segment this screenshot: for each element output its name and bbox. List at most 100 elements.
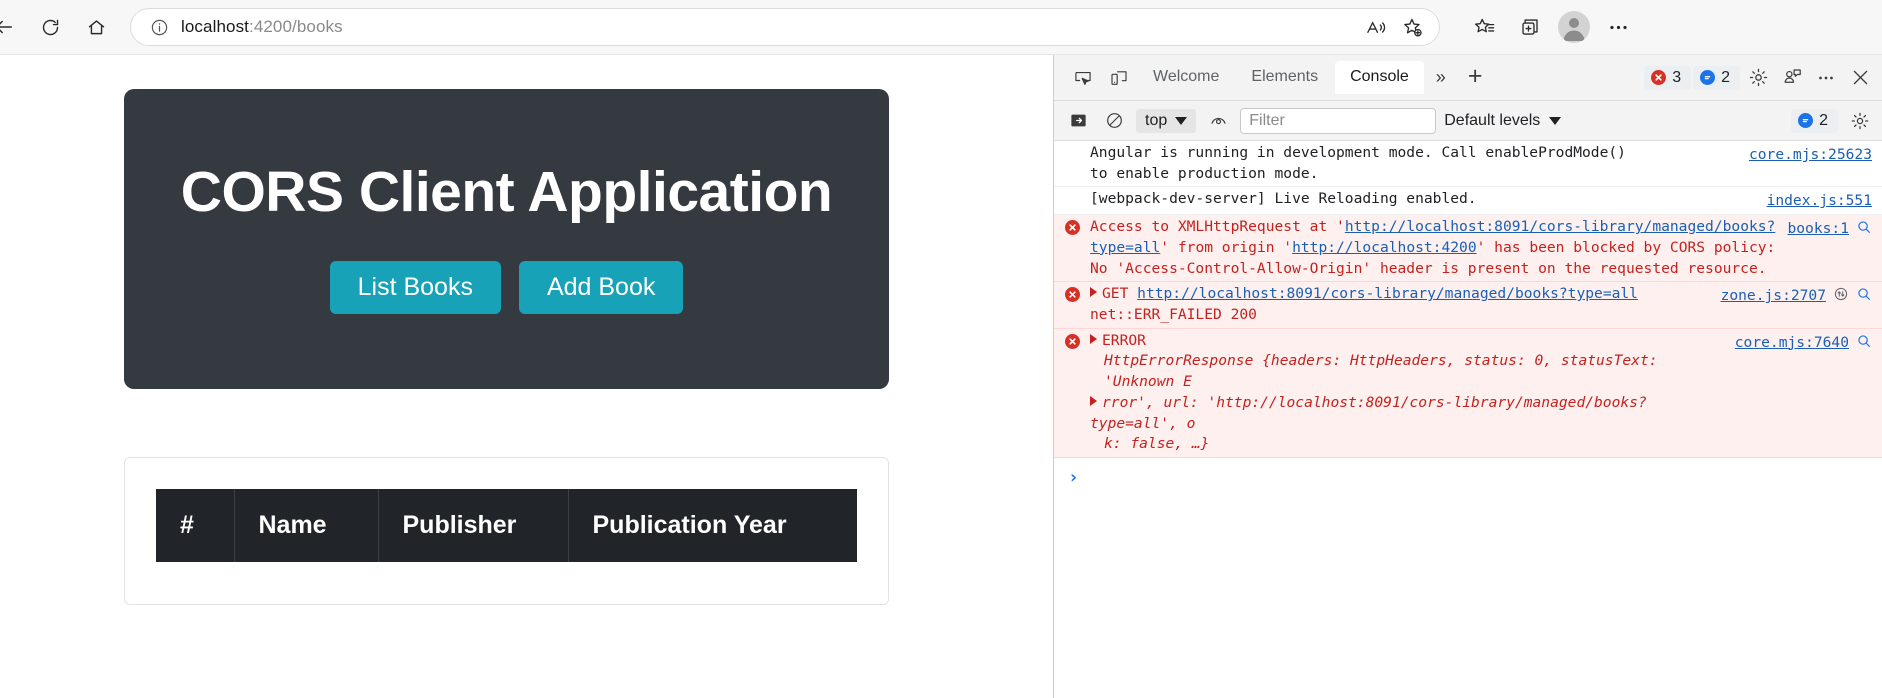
inspect-element-icon[interactable] <box>1066 62 1100 94</box>
message-body: Access to XMLHttpRequest at ' http://loca… <box>1090 217 1787 279</box>
page-title: CORS Client Application <box>180 160 833 225</box>
more-tabs-icon[interactable]: » <box>1426 67 1456 88</box>
console-settings-gear-icon[interactable] <box>1846 108 1874 134</box>
source-link[interactable]: core.mjs:7640 <box>1735 333 1849 354</box>
http-method: GET <box>1102 285 1129 303</box>
message-gutter <box>1054 217 1090 279</box>
search-icon[interactable] <box>1856 286 1872 302</box>
request-url-link[interactable]: http://localhost:8091/cors-library/manag… <box>1137 285 1638 302</box>
column-header-publisher: Publisher <box>378 489 569 562</box>
error-detail-line: HttpErrorResponse {headers: HttpHeaders,… <box>1104 352 1658 391</box>
tab-elements[interactable]: Elements <box>1236 61 1333 94</box>
column-header-number: # <box>156 489 235 562</box>
avatar[interactable] <box>1558 11 1590 43</box>
error-detail-line: k: false, …} <box>1104 435 1210 453</box>
tab-console[interactable]: Console <box>1335 61 1424 94</box>
column-header-publication-year: Publication Year <box>568 489 857 562</box>
cors-error-mid: ' from origin ' <box>1160 238 1293 256</box>
info-count: 2 <box>1721 68 1730 86</box>
source-link[interactable]: books:1 <box>1787 219 1849 240</box>
expand-triangle-icon[interactable] <box>1090 395 1097 406</box>
browser-window: localhost:4200/books CORS Client Applica… <box>0 0 1882 698</box>
clear-console-icon[interactable] <box>1100 108 1128 134</box>
site-info-icon[interactable] <box>147 15 171 39</box>
hero-actions: List Books Add Book <box>329 261 684 314</box>
column-header-name: Name <box>234 489 379 562</box>
console-message-error[interactable]: Access to XMLHttpRequest at ' http://loca… <box>1054 215 1882 283</box>
info-count-badge[interactable]: 2 <box>1693 65 1740 90</box>
message-gutter <box>1054 189 1090 212</box>
error-icon <box>1064 333 1080 349</box>
gear-icon[interactable] <box>1742 62 1774 94</box>
back-icon[interactable] <box>0 7 24 47</box>
settings-and-more-icon[interactable] <box>1600 9 1636 45</box>
issues-badge[interactable]: 2 <box>1791 108 1838 133</box>
address-bar-actions <box>1359 10 1429 44</box>
url-path: :4200/books <box>249 17 343 36</box>
console-prompt[interactable]: › <box>1054 458 1882 491</box>
url-text: localhost:4200/books <box>171 17 1359 37</box>
message-source[interactable]: index.js:551 <box>1767 189 1882 212</box>
message-gutter <box>1054 331 1090 455</box>
new-tab-button[interactable]: + <box>1458 63 1493 92</box>
error-label: ERROR <box>1102 331 1146 349</box>
home-icon[interactable] <box>76 7 116 47</box>
message-source[interactable]: core.mjs:7640 <box>1735 331 1882 455</box>
message-source[interactable]: core.mjs:25623 <box>1749 143 1882 184</box>
add-favorite-icon[interactable] <box>1395 10 1429 44</box>
hero-panel: CORS Client Application List Books Add B… <box>124 89 889 389</box>
collections-icon[interactable] <box>1512 9 1548 45</box>
favorites-icon[interactable] <box>1466 9 1502 45</box>
close-icon[interactable] <box>1844 62 1876 94</box>
console-message-error[interactable]: ERROR HttpErrorResponse {headers: HttpHe… <box>1054 328 1882 459</box>
browser-actions <box>1454 9 1636 45</box>
search-icon[interactable] <box>1856 333 1872 349</box>
source-link[interactable]: core.mjs:25623 <box>1749 145 1872 166</box>
url-host: localhost <box>181 17 249 36</box>
console-message-error[interactable]: GET http://localhost:8091/cors-library/m… <box>1054 282 1882 329</box>
console-message[interactable]: [webpack-dev-server] Live Reloading enab… <box>1054 187 1882 216</box>
error-icon <box>1651 70 1667 85</box>
search-icon[interactable] <box>1856 219 1872 235</box>
source-link[interactable]: index.js:551 <box>1767 191 1872 212</box>
chevron-down-icon <box>1549 116 1562 125</box>
books-card: # Name Publisher Publication Year <box>124 457 889 605</box>
network-request-icon[interactable] <box>1833 286 1849 302</box>
read-aloud-icon[interactable] <box>1359 10 1393 44</box>
expand-triangle-icon[interactable] <box>1090 333 1097 344</box>
live-expression-icon[interactable] <box>1204 108 1232 134</box>
execution-context-select[interactable]: top <box>1136 108 1197 133</box>
issues-count: 2 <box>1819 111 1828 129</box>
message-body: [webpack-dev-server] Live Reloading enab… <box>1090 189 1767 212</box>
add-book-button[interactable]: Add Book <box>518 261 684 314</box>
message-source[interactable]: books:1 <box>1787 217 1882 279</box>
message-text: Angular is running in development mode. … <box>1090 144 1626 161</box>
chevron-down-icon <box>1175 116 1188 125</box>
error-detail-text: rror', url: 'http://localhost:8091/cors-… <box>1090 393 1647 432</box>
expand-triangle-icon[interactable] <box>1090 287 1097 298</box>
device-toolbar-icon[interactable] <box>1102 62 1136 94</box>
log-levels-select[interactable]: Default levels <box>1444 111 1562 130</box>
browser-toolbar: localhost:4200/books <box>0 0 1882 55</box>
info-icon <box>1700 70 1716 85</box>
devtools-panel: Welcome Elements Console » + 3 2 top Fil… <box>1053 55 1882 698</box>
error-count-badge[interactable]: 3 <box>1644 65 1692 90</box>
filter-input[interactable] <box>1240 107 1437 134</box>
refresh-icon[interactable] <box>30 7 70 47</box>
tab-welcome[interactable]: Welcome <box>1138 61 1234 94</box>
message-source[interactable]: zone.js:2707 <box>1721 284 1882 325</box>
console-message[interactable]: Angular is running in development mode. … <box>1054 141 1882 188</box>
origin-url-link[interactable]: http://localhost:4200 <box>1292 239 1477 256</box>
log-levels-value: Default levels <box>1444 111 1541 129</box>
error-label-row: ERROR <box>1090 331 1727 352</box>
error-icon <box>1064 287 1080 303</box>
more-options-icon[interactable] <box>1810 62 1842 94</box>
error-detail-line: rror', url: 'http://localhost:8091/cors-… <box>1090 393 1727 434</box>
books-table-head: # Name Publisher Publication Year <box>156 489 857 562</box>
source-link[interactable]: zone.js:2707 <box>1721 286 1826 307</box>
list-books-button[interactable]: List Books <box>329 261 501 314</box>
address-bar[interactable]: localhost:4200/books <box>130 8 1440 46</box>
console-sidebar-icon[interactable] <box>1064 108 1092 134</box>
info-icon <box>1798 113 1814 128</box>
feedback-icon[interactable] <box>1776 62 1808 94</box>
